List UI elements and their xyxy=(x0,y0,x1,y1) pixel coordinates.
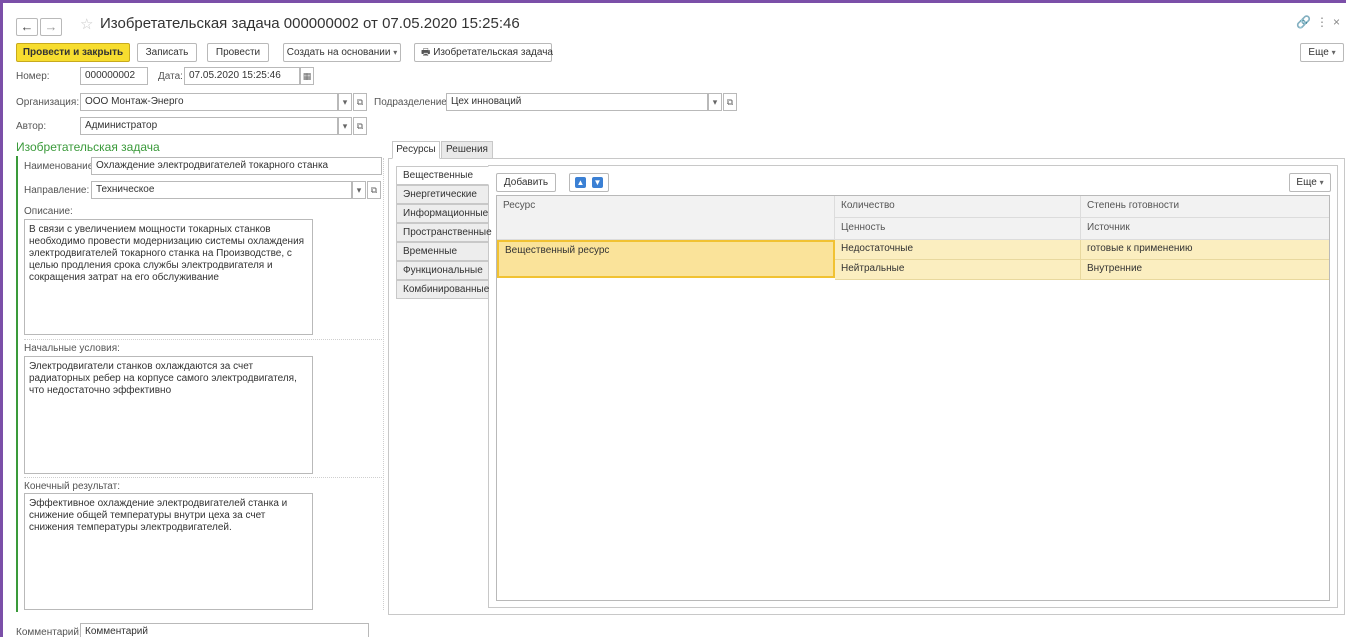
back-button[interactable]: ← xyxy=(16,18,38,36)
window-title: Изобретательская задача 000000002 от 07.… xyxy=(100,15,520,32)
post-button[interactable]: Провести xyxy=(207,43,269,62)
chevron-down-icon: ▾ xyxy=(393,48,398,57)
forward-button[interactable]: → xyxy=(40,18,62,36)
chevron-down-icon[interactable]: ▾ xyxy=(338,117,352,135)
create-based-on-button[interactable]: Создать на основании ▾ xyxy=(283,43,401,62)
description-textarea[interactable]: В связи с увеличением мощности токарных … xyxy=(24,219,313,335)
comment-field[interactable]: Комментарий xyxy=(80,623,369,637)
table-cell-readiness[interactable]: готовые к применению xyxy=(1081,240,1329,260)
comment-label: Комментарий: xyxy=(16,627,82,637)
department-label: Подразделение: xyxy=(374,97,450,108)
link-icon[interactable]: 🔗 xyxy=(1296,15,1311,29)
forward-arrow-icon: → xyxy=(44,19,58,34)
column-header-resource[interactable]: Ресурс xyxy=(497,196,835,240)
table-cell-value[interactable]: Нейтральные xyxy=(835,260,1081,280)
section-accent-bar xyxy=(16,156,18,612)
add-button[interactable]: Добавить xyxy=(496,173,556,192)
column-header-readiness[interactable]: Степень готовности xyxy=(1081,196,1329,218)
number-label: Номер: xyxy=(16,71,50,82)
grid-more-label: Еще xyxy=(1296,177,1317,188)
resource-type-tab-information[interactable]: Информационные xyxy=(396,204,489,223)
department-field[interactable]: Цех инноваций xyxy=(446,93,708,111)
initial-conditions-textarea[interactable]: Электродвигатели станков охлаждаются за … xyxy=(24,356,313,474)
open-icon[interactable]: ⧉ xyxy=(723,93,737,111)
post-and-close-button[interactable]: Провести и закрыть xyxy=(16,43,130,62)
final-result-label: Конечный результат: xyxy=(24,481,121,492)
grid-more-button[interactable]: Еще ▾ xyxy=(1289,173,1331,192)
more-label: Еще xyxy=(1308,47,1329,58)
calendar-icon[interactable]: ▦ xyxy=(300,67,314,85)
separator xyxy=(24,477,382,478)
more-button[interactable]: Еще ▾ xyxy=(1300,43,1344,62)
move-buttons: ▲ ▼ xyxy=(569,173,609,192)
chevron-down-icon[interactable]: ▾ xyxy=(708,93,722,111)
table-cell-resource[interactable]: Вещественный ресурс xyxy=(497,240,835,278)
tab-solutions[interactable]: Решения xyxy=(441,141,493,159)
organization-label: Организация: xyxy=(16,97,80,108)
resource-type-tab-energy[interactable]: Энергетические xyxy=(396,185,489,204)
date-label: Дата: xyxy=(158,71,183,82)
arrow-up-icon[interactable]: ▲ xyxy=(575,177,586,188)
organization-field[interactable]: ООО Монтаж-Энерго xyxy=(80,93,338,111)
save-button[interactable]: Записать xyxy=(137,43,197,62)
print-label: Изобретательская задача xyxy=(433,47,553,58)
chevron-down-icon: ▾ xyxy=(1331,48,1336,57)
column-header-quantity[interactable]: Количество xyxy=(835,196,1081,218)
date-field[interactable]: 07.05.2020 15:25:46 xyxy=(184,67,300,85)
description-label: Описание: xyxy=(24,206,73,217)
chevron-down-icon[interactable]: ▾ xyxy=(338,93,352,111)
chevron-down-icon: ▾ xyxy=(1319,178,1324,187)
window-frame-top xyxy=(0,0,1346,3)
author-field[interactable]: Администратор xyxy=(80,117,338,135)
more-vertical-icon[interactable]: ⋮ xyxy=(1316,15,1328,29)
task-section-title: Изобретательская задача xyxy=(16,140,160,154)
printer-icon: 🖶 xyxy=(421,47,431,58)
initial-conditions-label: Начальные условия: xyxy=(24,343,120,354)
name-label: Наименование: xyxy=(24,161,97,172)
tab-resources[interactable]: Ресурсы xyxy=(392,141,440,159)
resource-type-tab-time[interactable]: Временные xyxy=(396,242,489,261)
favorite-star-icon[interactable]: ☆ xyxy=(80,15,93,33)
print-button[interactable]: 🖶 Изобретательская задача xyxy=(414,43,553,62)
close-icon[interactable]: × xyxy=(1333,15,1340,29)
name-field[interactable]: Охлаждение электродвигателей токарного с… xyxy=(91,157,382,175)
resource-type-tab-space[interactable]: Пространственные xyxy=(396,223,492,242)
resource-type-tab-functional[interactable]: Функциональные xyxy=(396,261,489,280)
column-header-source[interactable]: Источник xyxy=(1081,218,1329,240)
window-frame-left xyxy=(0,0,3,637)
chevron-down-icon[interactable]: ▾ xyxy=(352,181,366,199)
open-icon[interactable]: ⧉ xyxy=(367,181,381,199)
resource-type-tab-combined[interactable]: Комбинированные xyxy=(396,280,489,299)
open-icon[interactable]: ⧉ xyxy=(353,117,367,135)
table-cell-source[interactable]: Внутренние xyxy=(1081,260,1329,280)
number-field[interactable]: 000000002 xyxy=(80,67,148,85)
direction-label: Направление: xyxy=(24,185,90,196)
table-cell-quantity[interactable]: Недостаточные xyxy=(835,240,1081,260)
column-header-value[interactable]: Ценность xyxy=(835,218,1081,240)
final-result-textarea[interactable]: Эффективное охлаждение электродвигателей… xyxy=(24,493,313,610)
back-arrow-icon: ← xyxy=(20,19,34,34)
open-icon[interactable]: ⧉ xyxy=(353,93,367,111)
author-label: Автор: xyxy=(16,121,47,132)
column-splitter[interactable] xyxy=(383,158,384,610)
create-based-on-label: Создать на основании xyxy=(286,47,391,58)
arrow-down-icon[interactable]: ▼ xyxy=(592,177,603,188)
separator xyxy=(24,339,382,340)
resource-type-tab-material[interactable]: Вещественные xyxy=(396,166,489,185)
direction-field[interactable]: Техническое xyxy=(91,181,352,199)
